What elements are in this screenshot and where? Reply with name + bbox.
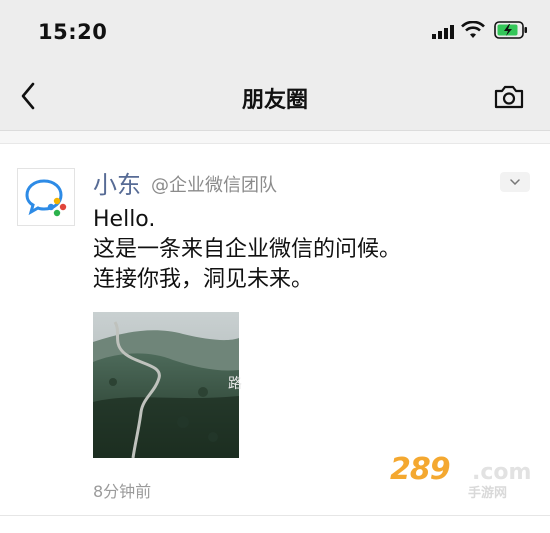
post-text: Hello. 这是一条来自企业微信的问候。 连接你我，洞见未来。 xyxy=(93,205,533,295)
post-image-forest-road[interactable] xyxy=(93,312,239,458)
status-time: 15:20 xyxy=(38,20,108,44)
status-bar: 15:20 xyxy=(0,0,550,62)
image-caption: 路 xyxy=(228,376,242,392)
post-text-line: 连接你我，洞见未来。 xyxy=(93,267,314,292)
page-title: 朋友圈 xyxy=(241,88,308,113)
chevron-down-icon xyxy=(510,179,520,185)
site-watermark: 289 .com 手游网 xyxy=(390,452,531,501)
watermark-number: 289 xyxy=(390,452,451,487)
author-org: @企业微信团队 xyxy=(151,175,277,196)
post-text-line: Hello. xyxy=(93,207,156,232)
battery-icon xyxy=(494,21,528,43)
watermark-subtitle: 手游网 xyxy=(468,486,508,501)
divider xyxy=(0,515,550,516)
avatar[interactable] xyxy=(17,168,75,226)
post-text-line: 这是一条来自企业微信的问候。 xyxy=(93,237,402,262)
wecom-logo-icon xyxy=(25,179,67,217)
wifi-icon xyxy=(461,20,485,43)
cellular-signal-icon xyxy=(432,24,456,43)
post-timestamp: 8分钟前 xyxy=(93,482,152,501)
more-options-button[interactable] xyxy=(500,172,530,192)
section-gap xyxy=(0,131,550,144)
camera-icon[interactable] xyxy=(493,84,525,114)
navigation-bar: 朋友圈 xyxy=(0,62,550,131)
author-name[interactable]: 小东 xyxy=(93,165,141,200)
